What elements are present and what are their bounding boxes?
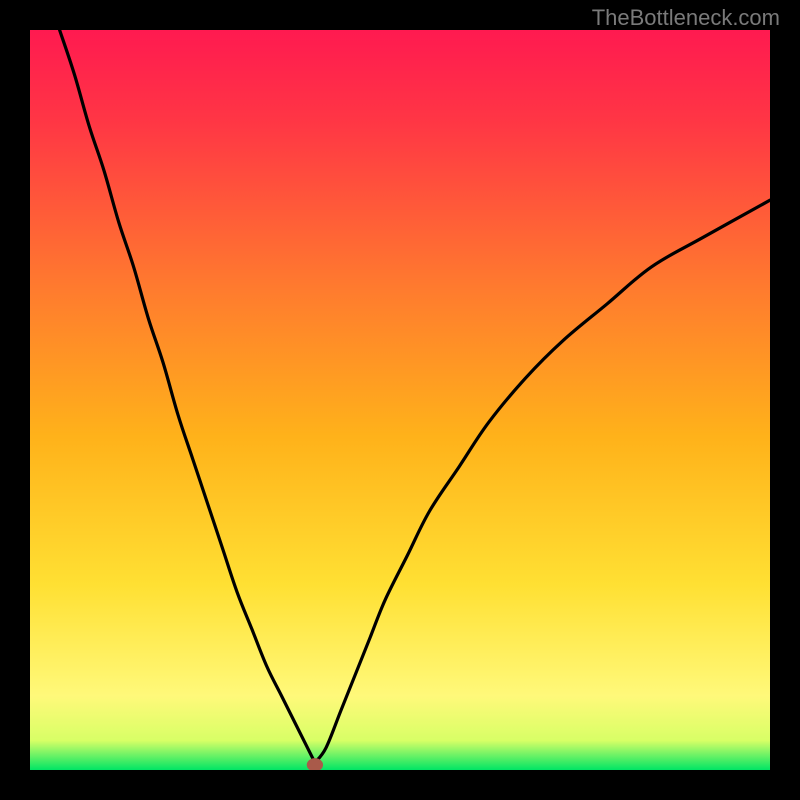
curve-left-branch (60, 30, 315, 763)
curve-right-branch (315, 200, 770, 762)
chart-plot-area (30, 30, 770, 770)
bottleneck-marker (307, 758, 323, 770)
watermark-text: TheBottleneck.com (592, 5, 780, 31)
